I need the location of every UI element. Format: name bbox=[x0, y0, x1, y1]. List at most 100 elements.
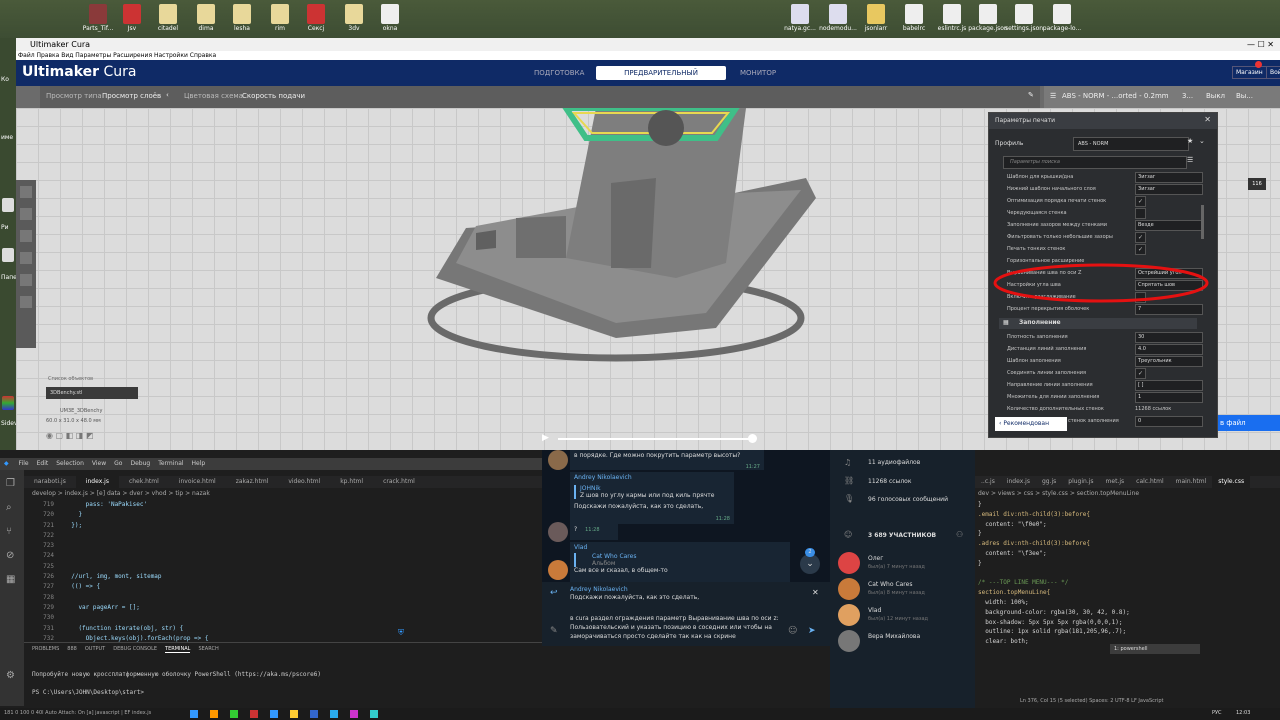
desktop-icon[interactable]: dima bbox=[186, 4, 226, 32]
menu-item[interactable]: Help bbox=[188, 460, 210, 467]
close-icon[interactable]: ✕ bbox=[812, 588, 819, 597]
desktop-icon[interactable]: 3dv bbox=[334, 4, 374, 32]
tab-preview[interactable]: ПРЕДВАРИТЕЛЬНЫЙ ПРОСМОТР bbox=[596, 66, 726, 91]
simulation-slider[interactable] bbox=[558, 438, 754, 440]
setting-select[interactable]: Зигзаг bbox=[1135, 184, 1203, 195]
rotate-tool-icon[interactable] bbox=[20, 230, 32, 242]
debug-icon[interactable]: ⊘ bbox=[6, 550, 14, 561]
editor-tab[interactable]: plugin.js bbox=[1062, 476, 1099, 488]
login-button[interactable]: Войт bbox=[1266, 66, 1280, 79]
tab-monitor[interactable]: МОНИТОР bbox=[732, 66, 784, 80]
editor-tab[interactable]: met.js bbox=[1100, 476, 1131, 488]
chevron-left-icon[interactable]: ‹ bbox=[166, 91, 169, 99]
editor-tab[interactable]: calc.html bbox=[1130, 476, 1170, 488]
desktop-icon[interactable]: lesha bbox=[222, 4, 262, 32]
desktop-icon[interactable]: rim bbox=[260, 4, 300, 32]
desktop-icon[interactable]: eslintrc.js bbox=[932, 4, 972, 32]
panel-tab[interactable]: OUTPUT bbox=[85, 646, 105, 652]
search-icon[interactable]: ⌕ bbox=[6, 502, 12, 513]
avatar[interactable] bbox=[548, 450, 568, 470]
color-scheme-select[interactable]: Скорость подачи bbox=[242, 92, 305, 100]
setting-input[interactable]: [ ] bbox=[1135, 380, 1203, 391]
avatar[interactable] bbox=[838, 552, 860, 574]
menu-item[interactable]: Edit bbox=[33, 460, 53, 467]
editor-tab[interactable]: zakaz.html bbox=[226, 476, 279, 488]
panel-tab[interactable]: TERMINAL bbox=[165, 646, 191, 653]
object-list-title[interactable]: Список объектов bbox=[48, 376, 93, 382]
setting-checkbox[interactable]: ✓ bbox=[1135, 196, 1146, 207]
breadcrumb-right[interactable]: dev > views > css > style.css > section.… bbox=[978, 490, 1139, 497]
editor-tab[interactable]: invoice.html bbox=[169, 476, 226, 488]
avatar[interactable] bbox=[838, 578, 860, 600]
telegram-icon[interactable] bbox=[330, 710, 338, 718]
setting-checkbox[interactable] bbox=[1135, 208, 1146, 219]
desktop-icon[interactable] bbox=[2, 396, 14, 410]
setting-checkbox[interactable]: ✓ bbox=[1135, 368, 1146, 379]
avatar[interactable] bbox=[548, 522, 568, 542]
desktop-icon[interactable]: citadel bbox=[148, 4, 188, 32]
desktop-icon[interactable] bbox=[2, 198, 14, 212]
marketplace-button[interactable]: Магазин bbox=[1232, 66, 1267, 79]
play-icon[interactable]: ▶ bbox=[542, 433, 549, 443]
member-name[interactable]: Олег bbox=[868, 555, 883, 562]
code-editor[interactable]: 719 pass: 'NaPakisec' 720 } 721 }); 722 723 7… bbox=[24, 500, 542, 652]
menu-item[interactable]: Selection bbox=[52, 460, 88, 467]
explorer-icon[interactable]: ❐ bbox=[6, 478, 15, 489]
setting-checkbox[interactable]: ✓ bbox=[1135, 244, 1146, 255]
profile-select[interactable]: ABS - NORM bbox=[1073, 137, 1189, 151]
setting-select[interactable]: Зигзаг bbox=[1135, 172, 1203, 183]
view-icons[interactable]: ◉ ▢ ◧ ◨ ◩ bbox=[46, 431, 93, 440]
close-icon[interactable]: ✕ bbox=[1204, 115, 1211, 124]
star-icon[interactable]: ★ bbox=[1187, 137, 1193, 145]
editor-tab[interactable]: ..c.js bbox=[975, 476, 1001, 488]
css-editor[interactable]: } .email div:nth-child(3):before{ content… bbox=[978, 500, 1278, 645]
language-indicator[interactable]: РУС bbox=[1212, 710, 1222, 716]
menu-item[interactable]: Go bbox=[110, 460, 126, 467]
app-icon[interactable] bbox=[350, 710, 358, 718]
setting-select[interactable]: Треугольник bbox=[1135, 356, 1203, 367]
desktop-icon[interactable]: babelrc bbox=[894, 4, 934, 32]
settings-search-input[interactable]: Параметры поиска bbox=[1003, 156, 1187, 169]
extensions-icon[interactable]: ▦ bbox=[6, 574, 15, 585]
object-list-item[interactable]: 3DBenchy.stl bbox=[46, 387, 138, 399]
editor-tab[interactable]: gg.js bbox=[1036, 476, 1062, 488]
avatar[interactable] bbox=[838, 630, 860, 652]
setting-input[interactable]: 0 bbox=[1135, 416, 1203, 427]
editor-tab[interactable]: crack.html bbox=[373, 476, 425, 488]
tab-prepare[interactable]: ПОДГОТОВКА bbox=[526, 66, 592, 80]
editor-tab[interactable]: style.css bbox=[1212, 476, 1251, 488]
desktop-icon[interactable]: Сексj bbox=[296, 4, 336, 32]
emoji-icon[interactable]: ☺ bbox=[788, 626, 797, 636]
app-icon[interactable] bbox=[210, 710, 218, 718]
editor-tab[interactable]: naraboti.js bbox=[24, 476, 76, 488]
avatar[interactable] bbox=[838, 604, 860, 626]
links-count[interactable]: 11268 ссылок bbox=[868, 478, 911, 485]
menu-item[interactable]: View bbox=[88, 460, 110, 467]
setting-checkbox[interactable]: ✓ bbox=[1135, 232, 1146, 243]
member-name[interactable]: Вера Михайлова bbox=[868, 633, 920, 640]
desktop-icon[interactable] bbox=[2, 248, 14, 262]
breadcrumb[interactable]: develop > index.js > [e] data > dver > v… bbox=[32, 490, 210, 497]
desktop-icon[interactable]: package-lo... bbox=[1042, 4, 1082, 32]
attach-icon[interactable]: ✎ bbox=[550, 626, 558, 636]
source-control-icon[interactable]: ⑂ bbox=[6, 526, 12, 537]
desktop-icon[interactable]: okna bbox=[370, 4, 410, 32]
desktop-icon[interactable]: package.json bbox=[968, 4, 1008, 32]
add-member-icon[interactable]: ⚇ bbox=[956, 530, 963, 539]
panel-tab[interactable]: PROBLEMS bbox=[32, 646, 59, 652]
app-icon[interactable] bbox=[370, 710, 378, 718]
mirror-tool-icon[interactable] bbox=[20, 252, 32, 264]
terminal-prompt[interactable]: PS C:\Users\JOHN\Desktop\start> bbox=[32, 689, 144, 696]
app-icon[interactable] bbox=[290, 710, 298, 718]
chevron-down-icon[interactable]: ⌄ bbox=[1199, 137, 1205, 145]
support-blocker-icon[interactable] bbox=[20, 296, 32, 308]
pencil-icon[interactable]: ✎ bbox=[1028, 91, 1034, 99]
setting-input[interactable]: 4.0 bbox=[1135, 344, 1203, 355]
move-tool-icon[interactable] bbox=[20, 186, 32, 198]
benchy-model[interactable] bbox=[416, 108, 856, 378]
message-input[interactable]: в cura раздел ограждения параметр Выравн… bbox=[570, 614, 784, 641]
editor-tab[interactable]: kp.html bbox=[330, 476, 373, 488]
desktop-icon[interactable]: nodemodu... bbox=[818, 4, 858, 32]
slider-handle[interactable] bbox=[748, 434, 757, 443]
desktop-icon[interactable]: natya.gc... bbox=[780, 4, 820, 32]
